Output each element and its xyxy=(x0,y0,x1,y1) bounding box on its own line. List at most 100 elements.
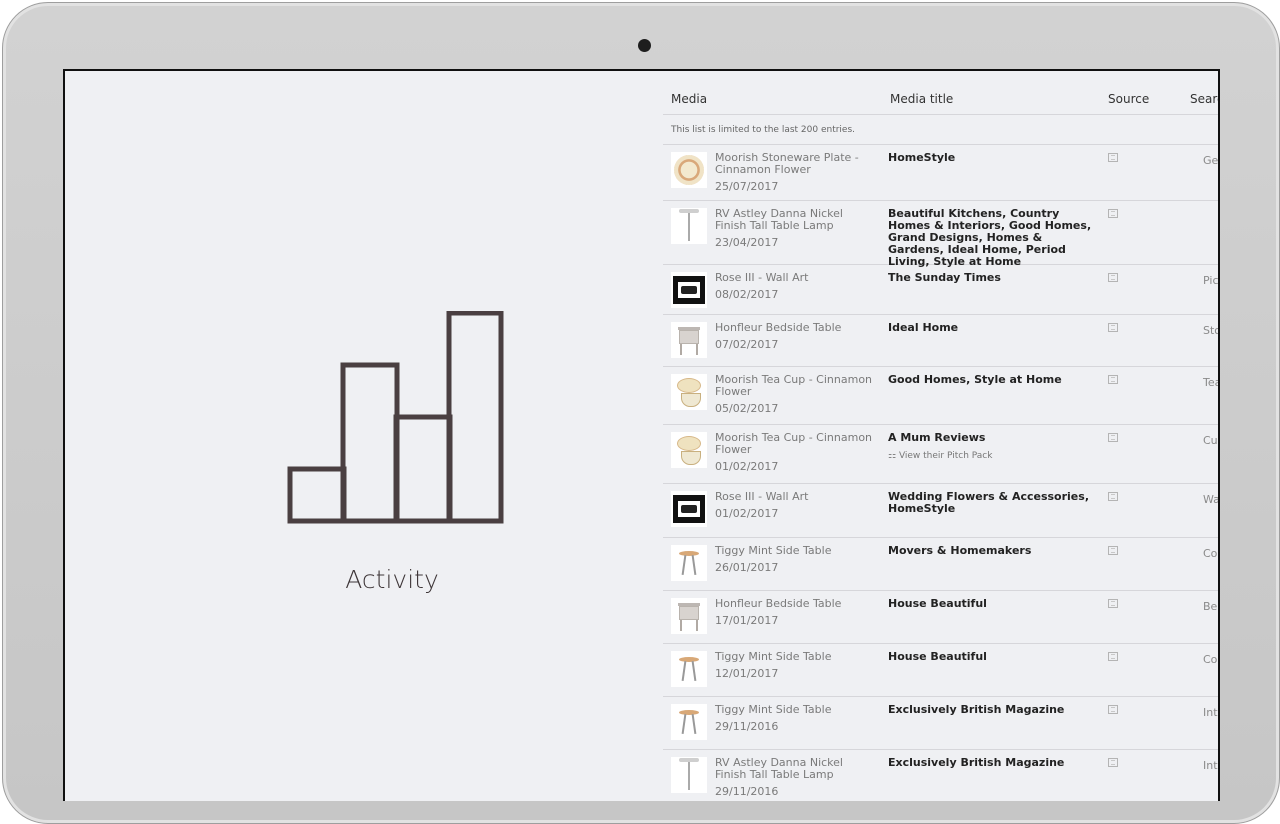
product-name[interactable]: Honfleur Bedside Table 07/02/2017 xyxy=(715,322,875,351)
product-thumbnail[interactable] xyxy=(671,322,707,358)
media-title: Wedding Flowers & Accessories, HomeStyle xyxy=(888,491,1093,515)
pitch-pack-link-text[interactable]: View their Pitch Pack xyxy=(899,451,993,461)
product-thumbnail[interactable] xyxy=(671,651,707,687)
product-name[interactable]: Moorish Tea Cup - Cinnamon Flower 05/02/2… xyxy=(715,374,875,415)
bar-chart-icon xyxy=(287,311,504,524)
source-icon[interactable] xyxy=(1108,705,1118,714)
media-title-text: Wedding Flowers & Accessories, HomeStyle xyxy=(888,490,1089,515)
table-row[interactable]: Rose III - Wall Art 08/02/2017 The Sunday … xyxy=(663,265,1219,315)
product-name[interactable]: Honfleur Bedside Table 17/01/2017 xyxy=(715,598,875,627)
product-name-text[interactable]: Tiggy Mint Side Table xyxy=(715,650,831,663)
product-name-text[interactable]: Moorish Tea Cup - Cinnamon Flower xyxy=(715,431,872,456)
media-title-text: HomeStyle xyxy=(888,151,956,164)
search-term: Coppe xyxy=(1203,653,1218,666)
source-icon[interactable] xyxy=(1108,375,1118,384)
search-term: Pictur xyxy=(1203,274,1219,287)
table-row[interactable]: Honfleur Bedside Table 07/02/2017 Ideal Ho… xyxy=(663,315,1218,367)
source-icon[interactable] xyxy=(1108,433,1118,442)
media-title: Exclusively British Magazine xyxy=(888,704,1093,716)
product-thumbnail[interactable] xyxy=(671,598,707,634)
source-icon[interactable] xyxy=(1108,273,1118,282)
product-name[interactable]: Moorish Tea Cup - Cinnamon Flower 01/02/2… xyxy=(715,432,875,473)
table-row[interactable]: RV Astley Danna Nickel Finish Tall Table… xyxy=(663,201,1218,268)
product-name-text[interactable]: Tiggy Mint Side Table xyxy=(715,703,831,716)
media-title-text: Exclusively British Magazine xyxy=(888,703,1065,716)
product-name[interactable]: Moorish Stoneware Plate - Cinnamon Flowe… xyxy=(715,152,875,193)
entry-date: 08/02/2017 xyxy=(715,288,779,301)
product-name-text[interactable]: Rose III - Wall Art xyxy=(715,490,808,503)
media-title-text: The Sunday Times xyxy=(888,271,1001,284)
product-thumbnail[interactable] xyxy=(671,704,707,740)
product-name-text[interactable]: Honfleur Bedside Table xyxy=(715,597,841,610)
table-row[interactable]: Honfleur Bedside Table 17/01/2017 House Be… xyxy=(663,591,1218,644)
product-name[interactable]: Tiggy Mint Side Table 29/11/2016 xyxy=(715,704,875,733)
source-icon[interactable] xyxy=(1108,153,1118,162)
source-icon[interactable] xyxy=(1108,599,1118,608)
entry-date: 26/01/2017 xyxy=(715,561,779,574)
entry-date: 25/07/2017 xyxy=(715,180,779,193)
product-name-text[interactable]: RV Astley Danna Nickel Finish Tall Table… xyxy=(715,756,843,781)
table-row[interactable]: Moorish Tea Cup - Cinnamon Flower 01/02/2… xyxy=(663,425,1218,484)
entry-date: 05/02/2017 xyxy=(715,402,779,415)
product-thumbnail[interactable] xyxy=(671,374,707,410)
product-thumbnail[interactable] xyxy=(671,757,707,793)
product-thumbnail[interactable] xyxy=(671,432,707,468)
source-icon[interactable] xyxy=(1108,758,1118,767)
product-name[interactable]: RV Astley Danna Nickel Finish Tall Table… xyxy=(715,757,875,798)
column-header-media[interactable]: Media xyxy=(671,92,707,106)
table-row[interactable]: Moorish Tea Cup - Cinnamon Flower 05/02/2… xyxy=(663,367,1220,425)
product-name[interactable]: Tiggy Mint Side Table 26/01/2017 xyxy=(715,545,875,574)
media-title: Good Homes, Style at Home xyxy=(888,374,1093,386)
table-row[interactable]: Rose III - Wall Art 01/02/2017 Wedding Flo… xyxy=(663,484,1218,538)
search-term: Stora xyxy=(1203,324,1218,337)
product-thumbnail[interactable] xyxy=(671,152,707,188)
search-term: Bedro xyxy=(1203,600,1218,613)
table-body: Moorish Stoneware Plate - Cinnamon Flowe… xyxy=(663,145,1220,801)
column-header-source[interactable]: Source xyxy=(1108,92,1149,106)
search-term: Tea xyxy=(1203,376,1220,389)
source-icon[interactable] xyxy=(1108,492,1118,501)
product-thumbnail[interactable] xyxy=(671,208,707,244)
table-row[interactable]: Tiggy Mint Side Table 29/11/2016 Exclusive… xyxy=(663,697,1218,750)
product-name-text[interactable]: Moorish Tea Cup - Cinnamon Flower xyxy=(715,373,872,398)
media-title: House Beautiful xyxy=(888,598,1093,610)
media-title: A Mum Reviews ⚏ View their Pitch Pack xyxy=(888,432,1093,462)
media-title-text: Ideal Home xyxy=(888,321,959,334)
table-row[interactable]: Tiggy Mint Side Table 26/01/2017 Movers & … xyxy=(663,538,1218,591)
media-title: The Sunday Times xyxy=(888,272,1093,284)
media-title-text: House Beautiful xyxy=(888,597,987,610)
column-header-search[interactable]: Searc xyxy=(1190,92,1218,106)
product-thumbnail[interactable] xyxy=(671,272,707,308)
media-title-text: Good Homes, Style at Home xyxy=(888,373,1062,386)
media-title: House Beautiful xyxy=(888,651,1093,663)
entry-date: 17/01/2017 xyxy=(715,614,779,627)
product-name[interactable]: Tiggy Mint Side Table 12/01/2017 xyxy=(715,651,875,680)
entry-date: 12/01/2017 xyxy=(715,667,779,680)
table-row[interactable]: Moorish Stoneware Plate - Cinnamon Flowe… xyxy=(663,145,1218,201)
product-name-text[interactable]: Honfleur Bedside Table xyxy=(715,321,841,334)
source-icon[interactable] xyxy=(1108,652,1118,661)
column-header-media-title[interactable]: Media title xyxy=(890,92,953,106)
entry-date: 07/02/2017 xyxy=(715,338,779,351)
product-name[interactable]: RV Astley Danna Nickel Finish Tall Table… xyxy=(715,208,875,249)
pitch-pack-link[interactable]: ⚏ View their Pitch Pack xyxy=(888,450,1093,462)
table-row[interactable]: RV Astley Danna Nickel Finish Tall Table… xyxy=(663,750,1218,801)
source-icon[interactable] xyxy=(1108,323,1118,332)
product-name-text[interactable]: Rose III - Wall Art xyxy=(715,271,808,284)
table-row[interactable]: Tiggy Mint Side Table 12/01/2017 House Bea… xyxy=(663,644,1218,697)
product-name-text[interactable]: RV Astley Danna Nickel Finish Tall Table… xyxy=(715,207,843,232)
product-name[interactable]: Rose III - Wall Art 08/02/2017 xyxy=(715,272,875,301)
media-title-text: A Mum Reviews xyxy=(888,431,986,444)
product-name-text[interactable]: Tiggy Mint Side Table xyxy=(715,544,831,557)
media-title: Beautiful Kitchens, Country Homes & Inte… xyxy=(888,208,1093,268)
product-name-text[interactable]: Moorish Stoneware Plate - Cinnamon Flowe… xyxy=(715,151,859,176)
source-icon[interactable] xyxy=(1108,546,1118,555)
source-icon[interactable] xyxy=(1108,209,1118,218)
media-title-text: Beautiful Kitchens, Country Homes & Inte… xyxy=(888,207,1092,268)
product-thumbnail[interactable] xyxy=(671,491,707,527)
search-term: Coppe xyxy=(1203,547,1218,560)
product-thumbnail[interactable] xyxy=(671,545,707,581)
product-name[interactable]: Rose III - Wall Art 01/02/2017 xyxy=(715,491,875,520)
entry-date: 29/11/2016 xyxy=(715,785,779,798)
list-limit-note: This list is limited to the last 200 ent… xyxy=(671,125,856,135)
